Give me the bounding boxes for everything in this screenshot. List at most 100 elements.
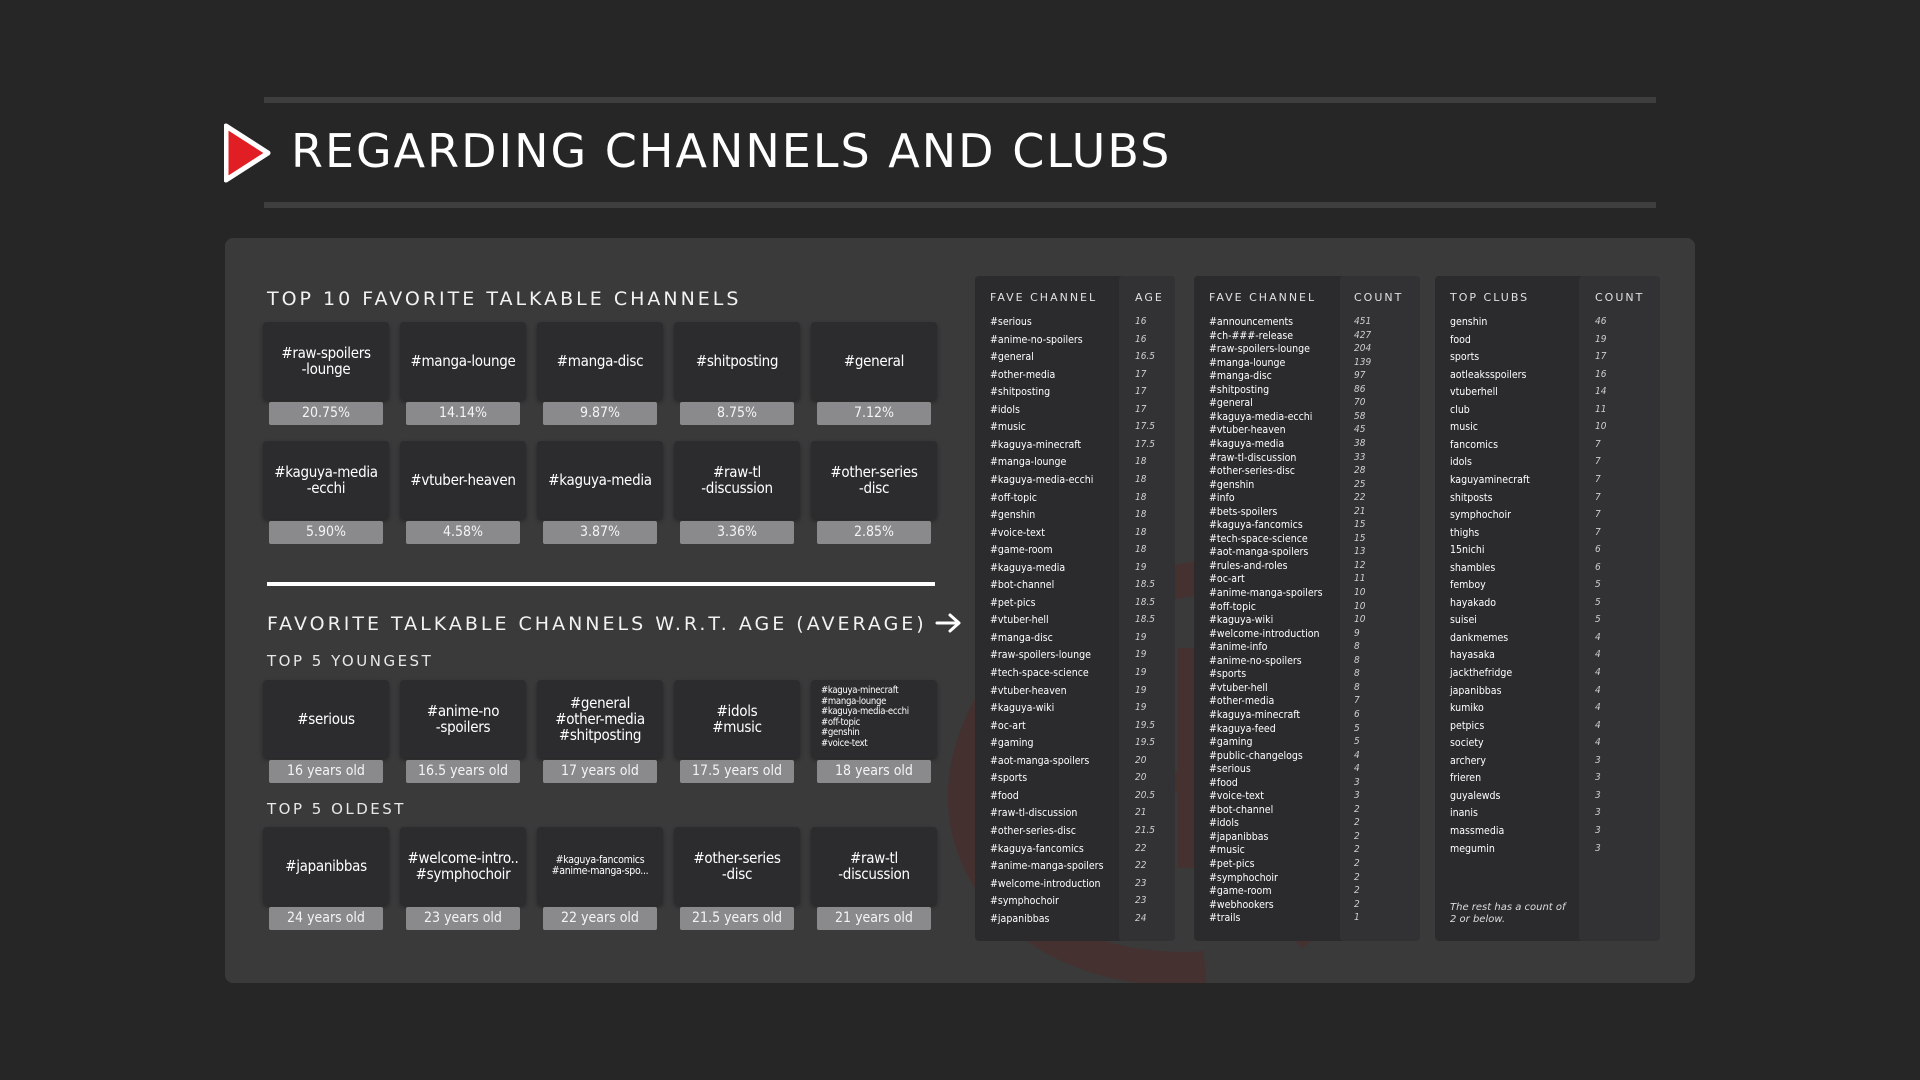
table-cell-name: #manga-disc [1209, 370, 1272, 383]
age-table-value-column [1119, 276, 1175, 941]
table-cell-value: 16.5 [1135, 351, 1156, 363]
table-cell-value: 20.5 [1135, 789, 1156, 801]
table-cell-value: 19 [1135, 649, 1147, 661]
table-cell-name: #general [1209, 397, 1253, 410]
table-cell-value: 70 [1354, 397, 1366, 409]
table-cell-name: #raw-spoilers-lounge [1209, 343, 1310, 356]
table-cell-value: 2 [1354, 898, 1360, 910]
table-cell-value: 3 [1595, 772, 1601, 784]
top10-row-2: #kaguya-media -ecchi 5.90% #vtuber-heaven 4… [263, 441, 943, 551]
table-cell-value: 20 [1135, 754, 1147, 766]
table-cell-value: 17 [1135, 403, 1147, 415]
table-cell-value: 12 [1354, 559, 1366, 571]
table-cell-value: 3 [1354, 776, 1360, 788]
table-cell-value: 5 [1354, 722, 1360, 734]
age-heading: FAVORITE TALKABLE CHANNELS W.R.T. AGE (A… [267, 613, 927, 635]
table-cell-value: 18.5 [1135, 596, 1156, 608]
table-cell-name: guyalewds [1450, 789, 1501, 802]
table-cell-value: 3 [1595, 824, 1601, 836]
table-cell-name: #kaguya-media [1209, 437, 1285, 450]
table-cell-name: #music [990, 421, 1026, 434]
table-cell-value: 1 [1354, 912, 1360, 924]
table-cell-value: 5 [1595, 596, 1601, 608]
play-icon [224, 123, 271, 183]
table-cell-value: 4 [1354, 763, 1360, 775]
table-cell-name: vtuberhell [1450, 386, 1498, 399]
table-cell-name: japanibbas [1450, 684, 1502, 697]
table-cell-value: 19 [1135, 667, 1147, 678]
table-cell-value: 17 [1135, 386, 1147, 398]
table-cell-value: 22 [1135, 842, 1147, 854]
table-cell-value: 28 [1354, 465, 1366, 477]
table-cell-value: 18.5 [1135, 579, 1156, 591]
channel-name: #idols #music [674, 680, 800, 758]
channel-card: #anime-no -spoilers 16.5 years old [400, 680, 526, 790]
table-cell-name: #food [1209, 776, 1238, 789]
table-cell-value: 17 [1135, 368, 1147, 380]
table-cell-name: #genshin [990, 509, 1036, 522]
table-cell-value: 16 [1135, 316, 1147, 327]
table-cell-value: 22 [1354, 492, 1366, 504]
table-cell-name: #other-series-disc [990, 824, 1076, 837]
table-cell-name: #kaguya-minecraft [1209, 708, 1301, 721]
table-cell-value: 25 [1354, 478, 1366, 490]
table-cell-value: 21.5 [1135, 824, 1156, 836]
channel-name: #serious [263, 680, 389, 758]
channel-stat: 8.75% [680, 402, 794, 425]
channel-card: #other-series -disc 21.5 years old [674, 827, 800, 937]
table-cell-name: #tech-space-science [1209, 532, 1308, 545]
channel-stat: 3.87% [543, 521, 657, 544]
channel-name: #welcome-intro.. #symphochoir [400, 827, 526, 905]
table-cell-name: #off-topic [990, 491, 1037, 504]
table-cell-value: 19 [1135, 561, 1147, 573]
channel-card: #kaguya-media 3.87% [537, 441, 663, 551]
table-cell-value: 4 [1595, 684, 1601, 696]
youngest-row: #serious 16 years old #anime-no -spoilers 1… [263, 680, 943, 790]
table-cell-value: 23 [1135, 877, 1147, 889]
count-table-value-column [1340, 276, 1420, 941]
table-cell-name: #kaguya-feed [1209, 722, 1276, 735]
channel-name: #shitposting [674, 322, 800, 400]
table-cell-value: 4 [1595, 667, 1601, 678]
table-cell-value: 5 [1595, 614, 1601, 626]
table-cell-value: 18 [1135, 544, 1147, 556]
section-divider [267, 582, 935, 586]
table-cell-name: #shitposting [1209, 383, 1270, 396]
channel-stat: 5.90% [269, 521, 383, 544]
table-cell-value: 13 [1354, 546, 1366, 558]
channel-card: #general #other-media #shitposting 17 yea… [537, 680, 663, 790]
table-cell-name: #kaguya-media-ecchi [990, 473, 1094, 486]
table-cell-name: #vtuber-heaven [990, 684, 1067, 697]
table-cell-name: #bot-channel [990, 579, 1055, 592]
table-cell-name: society [1450, 737, 1484, 750]
table-cell-value: 21 [1354, 505, 1366, 517]
table-cell-value: 86 [1354, 383, 1366, 395]
table-cell-value: 2 [1354, 885, 1360, 897]
table-cell-name: #genshin [1209, 478, 1255, 491]
table-cell-value: 7 [1595, 509, 1601, 521]
table-cell-name: #serious [990, 316, 1032, 328]
channel-stat: 21 years old [817, 907, 931, 930]
table-cell-name: #idols [1209, 817, 1239, 830]
table-cell-name: #anime-no-spoilers [1209, 654, 1302, 667]
table-cell-value: 2 [1354, 830, 1360, 842]
table-cell-name: #symphochoir [1209, 871, 1278, 884]
table-cell-value: 8 [1354, 668, 1360, 680]
table-cell-name: petpics [1450, 719, 1485, 732]
table-cell-name: #other-series-disc [1209, 465, 1295, 478]
table-cell-value: 3 [1595, 842, 1601, 854]
table-cell-name: #voice-text [1209, 790, 1264, 803]
channel-card: #idols #music 17.5 years old [674, 680, 800, 790]
table-cell-name: archery [1450, 754, 1486, 767]
clubs-table: TOP CLUBS COUNT The rest has a count of … [1435, 276, 1660, 941]
table-cell-name: #announcements [1209, 316, 1294, 328]
table-cell-name: #game-room [1209, 885, 1272, 898]
table-cell-value: 3 [1595, 789, 1601, 801]
table-cell-name: #kaguya-wiki [1209, 614, 1274, 627]
table-cell-name: #sports [1209, 668, 1247, 681]
table-cell-value: 18.5 [1135, 614, 1156, 626]
channel-name: #kaguya-minecraft #manga-lounge #kaguya-… [811, 680, 937, 758]
channel-stat: 20.75% [269, 402, 383, 425]
age-table: FAVE CHANNEL AGE #serious 16 #anime-no-spo… [975, 276, 1175, 941]
channel-name: #other-series -disc [674, 827, 800, 905]
